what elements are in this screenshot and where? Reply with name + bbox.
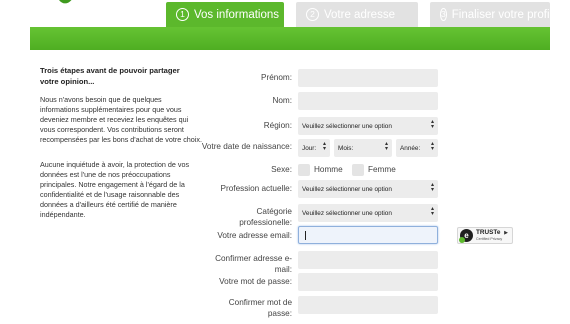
nom-label: Nom: [272, 96, 292, 105]
categorie-select-value: Veuillez sélectionner une option [302, 209, 392, 217]
truste-seal-icon: e [459, 229, 473, 243]
header-bar [30, 27, 550, 50]
profession-label: Profession actuelle: [220, 184, 292, 193]
day-select-value: Jour: [302, 144, 317, 152]
password-label: Votre mot de passe: [219, 277, 292, 286]
prenom-label: Prénom: [261, 73, 292, 82]
up-down-arrows-icon: ▴ ▾ [430, 119, 434, 130]
up-down-arrows-icon: ▴ ▾ [430, 182, 434, 193]
femme-radio[interactable] [352, 164, 364, 176]
leaf-logo-icon [59, 0, 72, 4]
tab-label: Votre adresse [324, 8, 395, 21]
play-triangle-icon: ▶ [504, 230, 508, 236]
categorie-select[interactable]: Veuillez sélectionner une option ▴ ▾ [298, 204, 438, 222]
profession-select-value: Veuillez sélectionner une option [302, 185, 392, 193]
step-number-3: 3 [440, 8, 447, 21]
email-input[interactable] [298, 226, 438, 244]
confirm-password-label: Confirmer mot de passe: [228, 298, 292, 318]
truste-subtitle: Certified Privacy [476, 236, 503, 241]
year-select-value: Année: [400, 144, 421, 152]
birth-date-label: Votre date de naissance: [201, 142, 292, 151]
up-down-arrows-icon: ▴ ▾ [384, 141, 388, 152]
up-down-arrows-icon: ▴ ▾ [430, 141, 434, 152]
confirm-email-label: Confirmer adresse e-mail: [215, 254, 292, 274]
sexe-label: Sexe: [271, 165, 292, 174]
profession-select[interactable]: Veuillez sélectionner une option ▴ ▾ [298, 180, 438, 198]
homme-label: Homme [314, 165, 343, 174]
up-down-arrows-icon: ▴ ▾ [430, 206, 434, 217]
confirm-email-input[interactable] [298, 251, 438, 269]
nom-input[interactable] [298, 92, 438, 110]
tab-vos-informations[interactable]: 1 Vos informations [166, 2, 284, 27]
region-select-value: Veuillez sélectionner une option [302, 122, 392, 130]
year-select[interactable]: Année: ▴ ▾ [396, 139, 438, 157]
tab-label: Vos informations [194, 8, 280, 21]
tab-label: Finaliser votre profil [451, 8, 550, 21]
confirm-password-input[interactable] [298, 296, 438, 314]
password-input[interactable] [298, 273, 438, 291]
text-caret [305, 231, 306, 240]
step-number-1: 1 [176, 8, 189, 21]
month-select-value: Mois: [338, 144, 354, 152]
prenom-input[interactable] [298, 69, 438, 87]
truste-badge[interactable]: e TRUSTe Certified Privacy ▶ [457, 227, 513, 244]
day-select[interactable]: Jour: ▴ ▾ [298, 139, 330, 157]
femme-label: Femme [368, 165, 396, 174]
tab-finaliser-profil[interactable]: 3 Finaliser votre profil [430, 2, 550, 27]
tab-votre-adresse[interactable]: 2 Votre adresse [296, 2, 418, 27]
homme-radio[interactable] [298, 164, 310, 176]
region-label: Région: [263, 121, 292, 130]
month-select[interactable]: Mois: ▴ ▾ [334, 139, 392, 157]
categorie-label: Catégorie professionelle: [239, 207, 292, 227]
up-down-arrows-icon: ▴ ▾ [322, 141, 326, 152]
region-select[interactable]: Veuillez sélectionner une option ▴ ▾ [298, 117, 438, 135]
step-number-2: 2 [306, 8, 319, 21]
email-label: Votre adresse email: [217, 231, 292, 240]
